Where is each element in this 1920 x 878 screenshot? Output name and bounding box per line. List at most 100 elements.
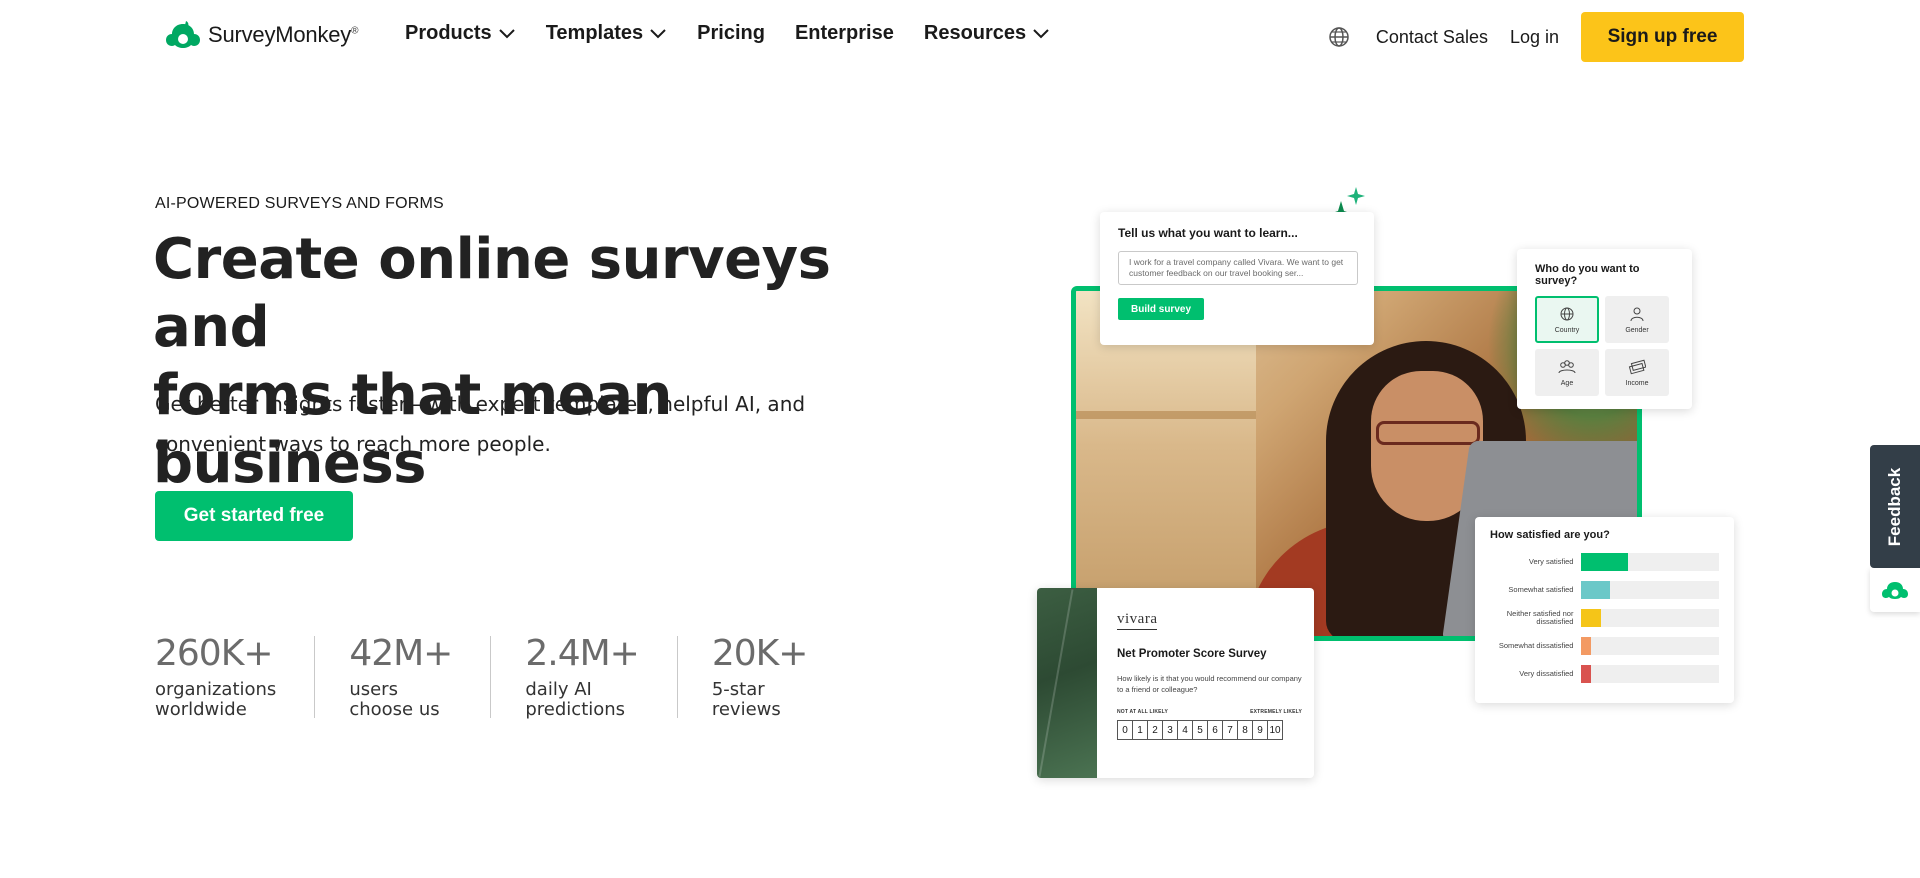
audience-card: Who do you want to survey? Country Gende…	[1517, 249, 1692, 409]
contact-sales-link[interactable]: Contact Sales	[1376, 27, 1488, 48]
stat-reviews: 20K+ 5-star reviews	[711, 633, 846, 720]
audience-option-income: Income	[1605, 349, 1669, 396]
nav-products[interactable]: Products	[405, 22, 516, 45]
satisfaction-track	[1581, 665, 1719, 683]
globe-icon	[1560, 307, 1574, 320]
chevron-down-icon	[1033, 28, 1049, 38]
stat-number: 260K+	[155, 633, 273, 674]
nav-pricing[interactable]: Pricing	[697, 22, 765, 45]
satisfaction-bar	[1581, 637, 1592, 655]
nps-option: 10	[1267, 720, 1283, 740]
feedback-tab[interactable]: Feedback	[1870, 445, 1920, 568]
nps-low-label: NOT AT ALL LIKELY	[1117, 709, 1168, 715]
nps-option: 8	[1237, 720, 1253, 740]
nps-high-label: EXTREMELY LIKELY	[1250, 709, 1302, 715]
satisfaction-card: How satisfied are you? Very satisfied So…	[1475, 517, 1734, 703]
headline-line-1: Create online surveys and	[153, 227, 831, 360]
stat-number: 2.4M+	[525, 633, 639, 674]
nav-templates-label: Templates	[545, 22, 644, 44]
satisfaction-label: Neither satisfied nor dissatisfied	[1506, 609, 1574, 626]
satisfaction-track	[1581, 581, 1719, 599]
stats-row: 260K+ organizations worldwide 42M+ users c…	[155, 633, 879, 720]
satisfaction-bar	[1581, 581, 1611, 599]
stat-label: 5-star reviews	[711, 679, 781, 720]
nps-option: 6	[1207, 720, 1223, 740]
satisfaction-row: Somewhat dissatisfied	[1490, 637, 1719, 655]
stat-label: organizations worldwide	[155, 679, 277, 720]
main-nav: Products Templates Pricing Enterprise Re…	[405, 22, 1080, 45]
learn-prompt-card: Tell us what you want to learn... I work…	[1100, 212, 1374, 345]
satisfaction-track	[1581, 553, 1719, 571]
surveymonkey-logo[interactable]: SurveyMonkey®	[164, 20, 358, 50]
nps-option: 7	[1222, 720, 1238, 740]
nps-option: 0	[1117, 720, 1133, 740]
satisfaction-bar	[1581, 665, 1592, 683]
satisfaction-label: Somewhat dissatisfied	[1498, 641, 1574, 650]
satisfaction-label: Very satisfied	[1528, 557, 1574, 566]
nps-option: 9	[1252, 720, 1268, 740]
nps-body: vivara Net Promoter Score Survey How lik…	[1117, 608, 1302, 740]
chevron-down-icon	[650, 28, 666, 38]
build-survey-button: Build survey	[1118, 298, 1204, 320]
globe-icon[interactable]	[1328, 26, 1350, 48]
nps-scale: 0 1 2 3 4 5 6 7 8 9 10	[1117, 720, 1302, 740]
satisfaction-row: Neither satisfied nor dissatisfied	[1490, 609, 1719, 627]
nps-option: 3	[1162, 720, 1178, 740]
stat-organizations: 260K+ organizations worldwide	[155, 633, 316, 720]
nav-resources[interactable]: Resources	[924, 22, 1050, 45]
header-actions: Contact Sales Log in Sign up free	[1328, 12, 1744, 62]
logo-text: SurveyMonkey®	[208, 22, 359, 47]
stat-users: 42M+ users choose us	[349, 636, 492, 720]
monkey-logo-icon	[166, 21, 200, 48]
nps-scale-labels: NOT AT ALL LIKELY EXTREMELY LIKELY	[1117, 709, 1302, 715]
vivara-logo: vivara	[1117, 611, 1158, 630]
audience-option-label: Country	[1554, 326, 1580, 334]
feedback-label: Feedback	[1885, 467, 1904, 546]
monkey-logo-icon	[1882, 582, 1908, 599]
nav-templates[interactable]: Templates	[546, 22, 667, 45]
audience-card-title: Who do you want to survey?	[1535, 263, 1640, 287]
money-icon	[1628, 359, 1646, 374]
stat-ai-predictions: 2.4M+ daily AI predictions	[525, 633, 678, 720]
learn-prompt-input: I work for a travel company called Vivar…	[1118, 251, 1358, 285]
satisfaction-track	[1581, 609, 1719, 627]
nav-pricing-label: Pricing	[697, 22, 765, 44]
nav-enterprise[interactable]: Enterprise	[795, 22, 894, 45]
audience-option-label: Age	[1560, 379, 1574, 387]
nps-option: 5	[1192, 720, 1208, 740]
stat-number: 20K+	[711, 633, 809, 674]
nps-question: How likely is it that you would recommen…	[1117, 674, 1302, 694]
audience-option-label: Income	[1625, 379, 1649, 387]
satisfaction-card-title: How satisfied are you?	[1490, 529, 1610, 541]
audience-option-label: Gender	[1625, 326, 1649, 334]
log-in-link[interactable]: Log in	[1510, 27, 1559, 48]
satisfaction-rows: Very satisfied Somewhat satisfied Neithe…	[1490, 553, 1719, 683]
nav-enterprise-label: Enterprise	[794, 22, 894, 44]
audience-option-gender: Gender	[1605, 296, 1669, 343]
get-started-button[interactable]: Get started free	[155, 491, 353, 541]
leaf-image	[1037, 588, 1097, 778]
nps-survey-card: vivara Net Promoter Score Survey How lik…	[1037, 588, 1314, 778]
satisfaction-bar	[1581, 609, 1601, 627]
chevron-down-icon	[498, 28, 515, 38]
hero-subhead: Get better insights faster—with expert t…	[155, 384, 875, 464]
nav-products-label: Products	[405, 22, 492, 44]
nps-option: 2	[1147, 720, 1163, 740]
feedback-logo-button[interactable]	[1870, 568, 1920, 612]
satisfaction-label: Somewhat satisfied	[1508, 585, 1574, 594]
audience-option-age: Age	[1535, 349, 1599, 396]
stat-label: daily AI predictions	[525, 679, 626, 720]
people-icon	[1558, 359, 1576, 373]
satisfaction-track	[1581, 637, 1719, 655]
satisfaction-row: Somewhat satisfied	[1490, 581, 1719, 599]
nav-resources-label: Resources	[923, 22, 1027, 44]
nps-option: 1	[1132, 720, 1148, 740]
audience-options: Country Gender Age Income	[1535, 296, 1674, 396]
satisfaction-label: Very dissatisfied	[1519, 669, 1574, 678]
sign-up-button[interactable]: Sign up free	[1581, 12, 1744, 62]
learn-card-title: Tell us what you want to learn...	[1118, 226, 1298, 240]
site-header: SurveyMonkey® Products Templates Pricing…	[0, 0, 1920, 74]
subhead-line-1: Get better insights faster—with expert t…	[155, 392, 806, 416]
satisfaction-row: Very dissatisfied	[1490, 665, 1719, 683]
hero-eyebrow: AI-POWERED SURVEYS AND FORMS	[155, 195, 444, 212]
